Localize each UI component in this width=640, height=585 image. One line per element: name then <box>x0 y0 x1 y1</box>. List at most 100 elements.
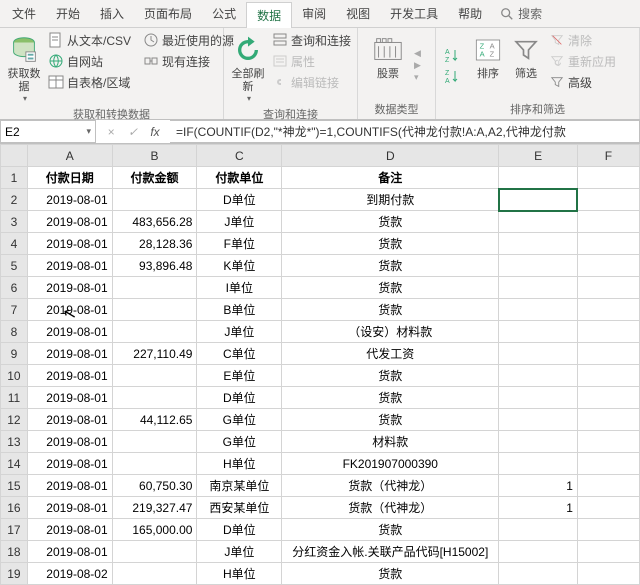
cell[interactable] <box>499 189 578 211</box>
row-header[interactable]: 12 <box>1 409 28 431</box>
cell[interactable]: F单位 <box>197 233 282 255</box>
cell[interactable] <box>499 211 578 233</box>
cell[interactable]: 付款金额 <box>112 167 197 189</box>
cell[interactable]: B单位 <box>197 299 282 321</box>
cell[interactable] <box>577 387 639 409</box>
cell[interactable]: 2019-08-01 <box>27 453 112 475</box>
cell[interactable] <box>577 299 639 321</box>
cell[interactable] <box>577 255 639 277</box>
col-header-D[interactable]: D <box>282 145 499 167</box>
cell[interactable] <box>499 453 578 475</box>
cell[interactable] <box>577 321 639 343</box>
cell[interactable]: 1 <box>499 475 578 497</box>
cell[interactable] <box>577 431 639 453</box>
menu-file[interactable]: 文件 <box>2 1 46 26</box>
row-header[interactable]: 11 <box>1 387 28 409</box>
row-header[interactable]: 10 <box>1 365 28 387</box>
cell[interactable] <box>577 409 639 431</box>
cell[interactable]: 2019-08-01 <box>27 255 112 277</box>
menu-home[interactable]: 开始 <box>46 1 90 26</box>
cell[interactable]: 西安某单位 <box>197 497 282 519</box>
cell[interactable]: 227,110.49 <box>112 343 197 365</box>
expand-icon[interactable]: ▾ <box>414 72 421 83</box>
cell[interactable] <box>112 365 197 387</box>
cell[interactable]: G单位 <box>197 409 282 431</box>
row-header[interactable]: 8 <box>1 321 28 343</box>
chevron-left-icon[interactable]: ◀ <box>414 48 421 59</box>
spreadsheet-grid[interactable]: ABCDEF1付款日期付款金额付款单位备注22019-08-01D单位到期付款3… <box>0 144 640 585</box>
cell[interactable]: FK201907000390 <box>282 453 499 475</box>
row-header[interactable]: 13 <box>1 431 28 453</box>
cell[interactable]: 2019-08-01 <box>27 211 112 233</box>
cell[interactable]: 2019-08-01 <box>27 321 112 343</box>
cell[interactable]: 材料款 <box>282 431 499 453</box>
cell[interactable] <box>499 563 578 585</box>
cell[interactable] <box>577 167 639 189</box>
cell[interactable] <box>499 519 578 541</box>
cell[interactable]: D单位 <box>197 387 282 409</box>
name-box[interactable]: E2 ▾ <box>0 120 96 143</box>
cell[interactable]: 货款 <box>282 365 499 387</box>
row-header[interactable]: 14 <box>1 453 28 475</box>
cell[interactable]: K单位 <box>197 255 282 277</box>
row-header[interactable]: 17 <box>1 519 28 541</box>
tell-me-search[interactable]: 搜索 <box>500 5 542 22</box>
cell[interactable] <box>499 343 578 365</box>
cell[interactable]: 165,000.00 <box>112 519 197 541</box>
cell[interactable]: H单位 <box>197 563 282 585</box>
cell[interactable]: 2019-08-01 <box>27 475 112 497</box>
cell[interactable]: H单位 <box>197 453 282 475</box>
row-header[interactable]: 19 <box>1 563 28 585</box>
properties-button[interactable]: 属性 <box>268 51 355 71</box>
cell[interactable] <box>499 233 578 255</box>
cell[interactable]: E单位 <box>197 365 282 387</box>
cell[interactable]: 货款 <box>282 299 499 321</box>
cell[interactable]: 28,128.36 <box>112 233 197 255</box>
cell[interactable] <box>112 563 197 585</box>
col-header-C[interactable]: C <box>197 145 282 167</box>
cell[interactable] <box>577 453 639 475</box>
cell[interactable]: 2019-08-02 <box>27 563 112 585</box>
cell[interactable]: （设安）材料款 <box>282 321 499 343</box>
cell[interactable]: 2019-08-01 <box>27 277 112 299</box>
get-data-button[interactable]: 获取数 据 ▾ <box>4 30 44 105</box>
menu-insert[interactable]: 插入 <box>90 1 134 26</box>
cell[interactable]: 2019-08-01 <box>27 365 112 387</box>
col-header-A[interactable]: A <box>27 145 112 167</box>
cell[interactable] <box>112 277 197 299</box>
select-all-corner[interactable] <box>1 145 28 167</box>
cell[interactable] <box>577 189 639 211</box>
cell[interactable]: 备注 <box>282 167 499 189</box>
col-header-F[interactable]: F <box>577 145 639 167</box>
cell[interactable]: 到期付款 <box>282 189 499 211</box>
cell[interactable]: 货款 <box>282 233 499 255</box>
col-header-E[interactable]: E <box>499 145 578 167</box>
cell[interactable] <box>499 409 578 431</box>
cell[interactable]: 44,112.65 <box>112 409 197 431</box>
row-header[interactable]: 2 <box>1 189 28 211</box>
row-header[interactable]: 16 <box>1 497 28 519</box>
cell[interactable] <box>499 255 578 277</box>
cell[interactable]: 货款 <box>282 255 499 277</box>
cell[interactable]: 货款（代神龙） <box>282 497 499 519</box>
cell[interactable] <box>577 365 639 387</box>
cancel-formula-icon[interactable]: × <box>100 125 122 139</box>
sort-asc-button[interactable]: AZ <box>440 45 467 65</box>
sort-desc-button[interactable]: ZA <box>440 66 467 86</box>
cell[interactable]: 货款 <box>282 519 499 541</box>
cell[interactable]: 2019-08-01 <box>27 189 112 211</box>
row-header[interactable]: 4 <box>1 233 28 255</box>
formula-input[interactable]: =IF(COUNTIF(D2,"*神龙*")=1,COUNTIFS(代神龙付款!… <box>170 120 640 143</box>
cell[interactable] <box>112 299 197 321</box>
cell[interactable]: 2019-08-01 <box>27 299 112 321</box>
cell[interactable] <box>112 189 197 211</box>
row-header[interactable]: 15 <box>1 475 28 497</box>
row-header[interactable]: 7 <box>1 299 28 321</box>
cell[interactable]: 483,656.28 <box>112 211 197 233</box>
filter-button[interactable]: 筛选 <box>507 30 545 100</box>
cell[interactable]: 2019-08-01 <box>27 519 112 541</box>
cell[interactable] <box>577 497 639 519</box>
menu-formulas[interactable]: 公式 <box>202 1 246 26</box>
cell[interactable] <box>577 277 639 299</box>
sort-button[interactable]: ZAAZ 排序 <box>469 30 507 100</box>
